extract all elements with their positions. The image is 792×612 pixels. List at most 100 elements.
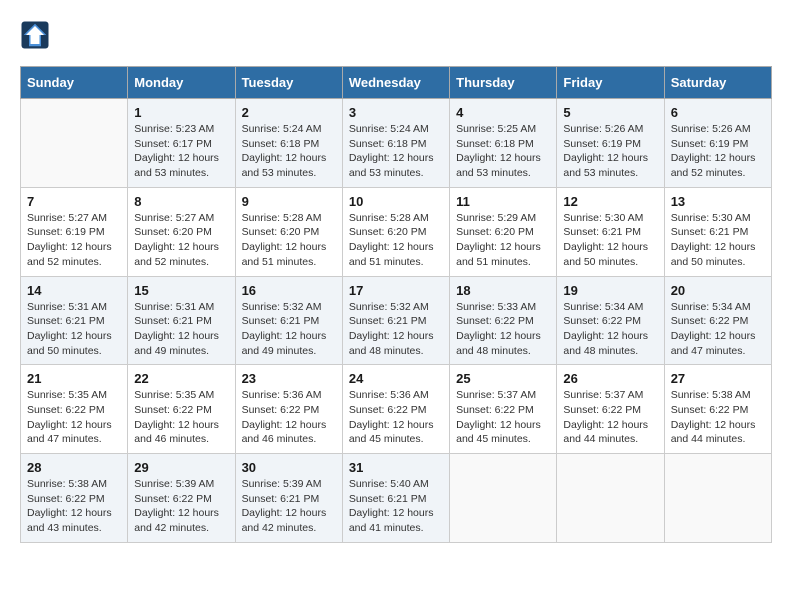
day-info: Sunrise: 5:29 AMSunset: 6:20 PMDaylight:… [456, 211, 550, 270]
calendar-cell: 22 Sunrise: 5:35 AMSunset: 6:22 PMDayligh… [128, 365, 235, 454]
weekday-header-wednesday: Wednesday [342, 67, 449, 99]
day-info: Sunrise: 5:34 AMSunset: 6:22 PMDaylight:… [671, 300, 765, 359]
calendar-cell: 11 Sunrise: 5:29 AMSunset: 6:20 PMDayligh… [450, 187, 557, 276]
day-number: 5 [563, 105, 657, 120]
weekday-header-friday: Friday [557, 67, 664, 99]
day-number: 23 [242, 371, 336, 386]
calendar-cell: 18 Sunrise: 5:33 AMSunset: 6:22 PMDayligh… [450, 276, 557, 365]
day-info: Sunrise: 5:31 AMSunset: 6:21 PMDaylight:… [27, 300, 121, 359]
calendar-cell [21, 99, 128, 188]
weekday-header-sunday: Sunday [21, 67, 128, 99]
weekday-header-tuesday: Tuesday [235, 67, 342, 99]
day-number: 30 [242, 460, 336, 475]
day-info: Sunrise: 5:26 AMSunset: 6:19 PMDaylight:… [563, 122, 657, 181]
day-number: 6 [671, 105, 765, 120]
calendar-cell: 28 Sunrise: 5:38 AMSunset: 6:22 PMDayligh… [21, 454, 128, 543]
calendar-cell [557, 454, 664, 543]
calendar-cell: 5 Sunrise: 5:26 AMSunset: 6:19 PMDaylight… [557, 99, 664, 188]
day-info: Sunrise: 5:38 AMSunset: 6:22 PMDaylight:… [27, 477, 121, 536]
calendar-header-row: SundayMondayTuesdayWednesdayThursdayFrid… [21, 67, 772, 99]
day-info: Sunrise: 5:35 AMSunset: 6:22 PMDaylight:… [134, 388, 228, 447]
day-info: Sunrise: 5:39 AMSunset: 6:21 PMDaylight:… [242, 477, 336, 536]
day-info: Sunrise: 5:40 AMSunset: 6:21 PMDaylight:… [349, 477, 443, 536]
calendar-week-row: 7 Sunrise: 5:27 AMSunset: 6:19 PMDaylight… [21, 187, 772, 276]
calendar-cell: 2 Sunrise: 5:24 AMSunset: 6:18 PMDaylight… [235, 99, 342, 188]
calendar-cell: 12 Sunrise: 5:30 AMSunset: 6:21 PMDayligh… [557, 187, 664, 276]
calendar-cell: 25 Sunrise: 5:37 AMSunset: 6:22 PMDayligh… [450, 365, 557, 454]
day-info: Sunrise: 5:39 AMSunset: 6:22 PMDaylight:… [134, 477, 228, 536]
day-number: 7 [27, 194, 121, 209]
calendar-cell: 20 Sunrise: 5:34 AMSunset: 6:22 PMDayligh… [664, 276, 771, 365]
calendar-week-row: 28 Sunrise: 5:38 AMSunset: 6:22 PMDayligh… [21, 454, 772, 543]
day-info: Sunrise: 5:37 AMSunset: 6:22 PMDaylight:… [563, 388, 657, 447]
calendar-cell: 10 Sunrise: 5:28 AMSunset: 6:20 PMDayligh… [342, 187, 449, 276]
day-number: 16 [242, 283, 336, 298]
calendar-week-row: 14 Sunrise: 5:31 AMSunset: 6:21 PMDayligh… [21, 276, 772, 365]
logo-icon [20, 20, 50, 50]
day-number: 18 [456, 283, 550, 298]
day-info: Sunrise: 5:27 AMSunset: 6:19 PMDaylight:… [27, 211, 121, 270]
day-number: 26 [563, 371, 657, 386]
page-header [20, 20, 772, 50]
day-number: 14 [27, 283, 121, 298]
calendar-cell: 30 Sunrise: 5:39 AMSunset: 6:21 PMDayligh… [235, 454, 342, 543]
calendar-cell: 23 Sunrise: 5:36 AMSunset: 6:22 PMDayligh… [235, 365, 342, 454]
day-number: 24 [349, 371, 443, 386]
calendar-table: SundayMondayTuesdayWednesdayThursdayFrid… [20, 66, 772, 543]
day-info: Sunrise: 5:24 AMSunset: 6:18 PMDaylight:… [349, 122, 443, 181]
day-info: Sunrise: 5:37 AMSunset: 6:22 PMDaylight:… [456, 388, 550, 447]
day-info: Sunrise: 5:36 AMSunset: 6:22 PMDaylight:… [242, 388, 336, 447]
day-info: Sunrise: 5:31 AMSunset: 6:21 PMDaylight:… [134, 300, 228, 359]
day-number: 17 [349, 283, 443, 298]
calendar-cell: 17 Sunrise: 5:32 AMSunset: 6:21 PMDayligh… [342, 276, 449, 365]
day-number: 2 [242, 105, 336, 120]
day-number: 9 [242, 194, 336, 209]
calendar-cell [450, 454, 557, 543]
calendar-cell: 13Sunrise: 5:30 AMSunset: 6:21 PMDayligh… [664, 187, 771, 276]
day-number: 15 [134, 283, 228, 298]
day-number: 1 [134, 105, 228, 120]
day-number: 4 [456, 105, 550, 120]
calendar-cell: 21Sunrise: 5:35 AMSunset: 6:22 PMDayligh… [21, 365, 128, 454]
calendar-cell: 9Sunrise: 5:28 AMSunset: 6:20 PMDaylight… [235, 187, 342, 276]
calendar-cell: 31 Sunrise: 5:40 AMSunset: 6:21 PMDayligh… [342, 454, 449, 543]
day-number: 8 [134, 194, 228, 209]
calendar-cell: 26 Sunrise: 5:37 AMSunset: 6:22 PMDayligh… [557, 365, 664, 454]
day-number: 28 [27, 460, 121, 475]
day-number: 29 [134, 460, 228, 475]
calendar-cell: 1Sunrise: 5:23 AMSunset: 6:17 PMDaylight… [128, 99, 235, 188]
day-number: 20 [671, 283, 765, 298]
calendar-cell: 4 Sunrise: 5:25 AMSunset: 6:18 PMDaylight… [450, 99, 557, 188]
day-info: Sunrise: 5:24 AMSunset: 6:18 PMDaylight:… [242, 122, 336, 181]
day-number: 3 [349, 105, 443, 120]
calendar-week-row: 21 Sunrise: 5:35 AMSunset: 6:22 PMDayligh… [21, 365, 772, 454]
day-number: 11 [456, 194, 550, 209]
day-number: 27 [671, 371, 765, 386]
day-info: Sunrise: 5:27 AMSunset: 6:20 PMDaylight:… [134, 211, 228, 270]
day-info: Sunrise: 5:25 AMSunset: 6:18 PMDaylight:… [456, 122, 550, 181]
calendar-cell [664, 454, 771, 543]
calendar-cell: 3 Sunrise: 5:24 AMSunset: 6:18 PMDaylight… [342, 99, 449, 188]
day-info: Sunrise: 5:28 AMSunset: 6:20 PMDaylight:… [349, 211, 443, 270]
day-info: Sunrise: 5:38 AMSunset: 6:22 PMDaylight:… [671, 388, 765, 447]
day-info: Sunrise: 5:30 AMSunset: 6:21 PMDaylight:… [563, 211, 657, 270]
day-info: Sunrise: 5:33 AMSunset: 6:22 PMDaylight:… [456, 300, 550, 359]
calendar-cell: 8 Sunrise: 5:27 AMSunset: 6:20 PMDaylight… [128, 187, 235, 276]
calendar-cell: 6Sunrise: 5:26 AMSunset: 6:19 PMDaylight… [664, 99, 771, 188]
day-number: 22 [134, 371, 228, 386]
day-number: 31 [349, 460, 443, 475]
day-info: Sunrise: 5:36 AMSunset: 6:22 PMDaylight:… [349, 388, 443, 447]
day-number: 10 [349, 194, 443, 209]
calendar-cell: 14 Sunrise: 5:31 AMSunset: 6:21 PMDayligh… [21, 276, 128, 365]
day-number: 25 [456, 371, 550, 386]
calendar-cell: 24 Sunrise: 5:36 AMSunset: 6:22 PMDayligh… [342, 365, 449, 454]
day-info: Sunrise: 5:32 AMSunset: 6:21 PMDaylight:… [349, 300, 443, 359]
calendar-cell: 16 Sunrise: 5:32 AMSunset: 6:21 PMDayligh… [235, 276, 342, 365]
logo [20, 20, 54, 50]
day-number: 21 [27, 371, 121, 386]
day-number: 12 [563, 194, 657, 209]
day-info: Sunrise: 5:34 AMSunset: 6:22 PMDaylight:… [563, 300, 657, 359]
day-info: Sunrise: 5:32 AMSunset: 6:21 PMDaylight:… [242, 300, 336, 359]
calendar-cell: 15 Sunrise: 5:31 AMSunset: 6:21 PMDayligh… [128, 276, 235, 365]
calendar-week-row: 1Sunrise: 5:23 AMSunset: 6:17 PMDaylight… [21, 99, 772, 188]
